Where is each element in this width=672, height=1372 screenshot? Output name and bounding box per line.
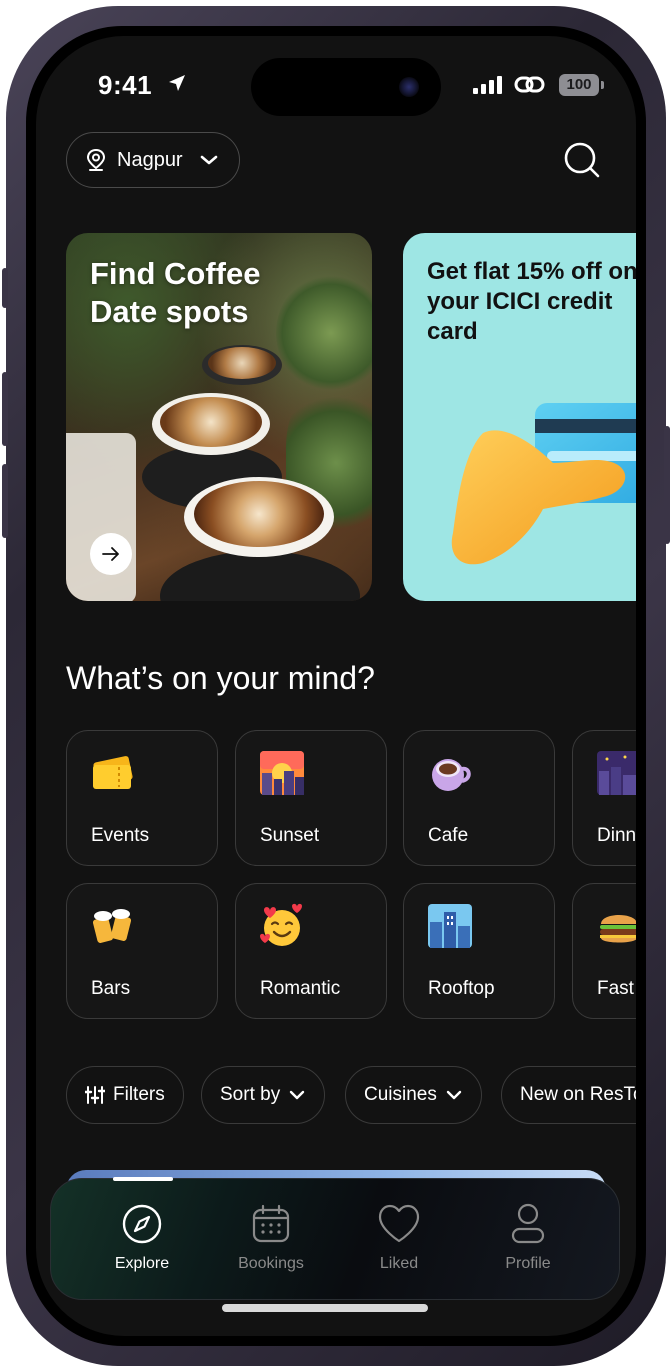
chevron-down-icon [290, 1090, 305, 1100]
new-on-resto-chip[interactable]: New on ResTo [501, 1066, 636, 1124]
location-selector[interactable]: Nagpur [66, 132, 240, 188]
app-screen: 9:41 100 Nagpur Find Coffee Date spots G… [36, 36, 636, 1336]
category-dinner[interactable]: Dinner [572, 730, 636, 866]
volume-down-button [2, 464, 8, 538]
camera-icon [399, 77, 419, 97]
link-icon [514, 76, 545, 93]
category-label: Dinner [597, 825, 636, 846]
battery-level: 100 [559, 74, 599, 96]
section-title: What’s on your mind? [66, 660, 375, 696]
map-pin-icon [86, 148, 106, 171]
cuisines-chip[interactable]: Cuisines [345, 1066, 482, 1124]
user-icon [511, 1203, 545, 1244]
sort-by-chip[interactable]: Sort by [201, 1066, 326, 1124]
category-fast-food[interactable]: Fast [572, 883, 636, 1019]
category-cafe[interactable]: Cafe [403, 730, 555, 866]
volume-up-button [2, 372, 8, 446]
action-button [2, 268, 8, 308]
tab-explore[interactable]: Explore [87, 1201, 197, 1273]
category-label: Cafe [428, 825, 469, 846]
tab-profile[interactable]: Profile [473, 1201, 583, 1273]
smiling-hearts-icon [260, 903, 302, 946]
hand-card-icon [451, 403, 636, 565]
status-time: 9:41 [98, 70, 153, 100]
tab-label: Profile [505, 1255, 551, 1272]
cellular-signal-icon [473, 76, 502, 94]
night-city-icon [597, 751, 636, 795]
category-events[interactable]: Events [66, 730, 218, 866]
tab-label: Liked [379, 1255, 419, 1272]
category-romantic[interactable]: Romantic [235, 883, 387, 1019]
compass-icon [122, 1204, 162, 1244]
filters-chip[interactable]: Filters [66, 1066, 184, 1124]
tab-liked[interactable]: Liked [344, 1201, 454, 1273]
phone-bezel: 9:41 100 Nagpur Find Coffee Date spots G… [26, 26, 646, 1346]
cuisines-label: Cuisines [364, 1084, 437, 1105]
dynamic-island [251, 58, 441, 116]
category-label: Rooftop [428, 978, 495, 999]
location-arrow-icon [169, 75, 185, 91]
home-indicator[interactable] [222, 1304, 428, 1312]
coffee-date-banner[interactable]: Find Coffee Date spots [66, 233, 372, 601]
category-label: Sunset [260, 825, 320, 846]
side-button [664, 426, 670, 544]
search-icon[interactable] [562, 140, 602, 180]
banner-arrow-button[interactable] [90, 533, 132, 575]
phone-frame: 9:41 100 Nagpur Find Coffee Date spots G… [2, 6, 670, 1366]
sunset-icon [260, 751, 304, 795]
category-rooftop[interactable]: Rooftop [403, 883, 555, 1019]
sort-label: Sort by [220, 1084, 281, 1105]
cityscape-icon [428, 904, 472, 948]
category-sunset[interactable]: Sunset [235, 730, 387, 866]
tab-label: Bookings [238, 1255, 304, 1272]
tab-bookings[interactable]: Bookings [216, 1201, 326, 1273]
icici-offer-banner[interactable]: Get flat 15% off on your ICICI credit ca… [403, 233, 636, 601]
bottom-tab-bar: Explore Bookings Liked Profile [50, 1177, 620, 1300]
filters-label: Filters [113, 1084, 165, 1105]
ticket-icon [93, 756, 133, 789]
category-label: Fast [597, 978, 634, 999]
banner-title: Find Coffee Date spots [90, 256, 261, 329]
burger-icon [600, 915, 636, 943]
active-tab-indicator [113, 1177, 173, 1181]
sliders-icon [85, 1086, 105, 1104]
new-label: New on ResTo [520, 1084, 636, 1105]
tab-label: Explore [114, 1255, 170, 1272]
coffee-cup-icon [432, 759, 471, 791]
category-label: Romantic [260, 978, 341, 999]
category-bars[interactable]: Bars [66, 883, 218, 1019]
offer-title: Get flat 15% off on your ICICI credit ca… [427, 258, 636, 345]
category-label: Bars [91, 978, 131, 999]
location-city: Nagpur [117, 148, 183, 171]
chevron-down-icon [200, 155, 217, 165]
calendar-icon [252, 1204, 290, 1243]
battery-tip [601, 81, 604, 89]
category-label: Events [91, 825, 150, 846]
chevron-down-icon [446, 1090, 462, 1100]
beer-mugs-icon [92, 909, 132, 943]
arrow-right-icon [102, 547, 119, 561]
heart-icon [378, 1204, 420, 1243]
